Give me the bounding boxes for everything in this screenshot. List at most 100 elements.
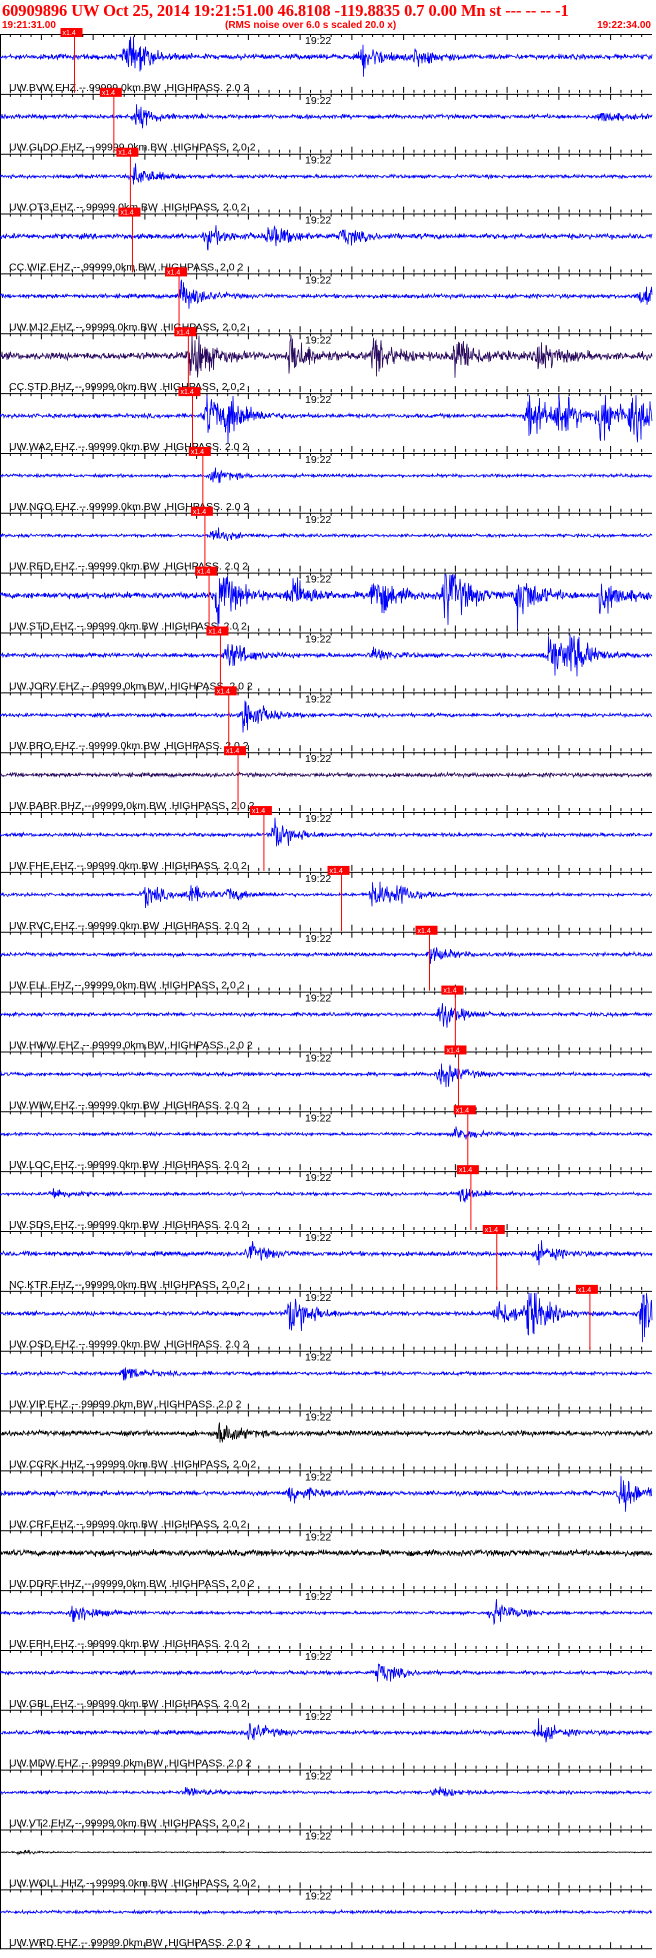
time-marker-label: 19:22	[305, 1232, 331, 1244]
time-marker-label: 19:22	[305, 574, 331, 586]
trace-9: 19:22UW.RED.EHZ.--.99999.0km.BW .HIGHPAS…	[0, 506, 653, 573]
pick-label: x1.4	[217, 688, 230, 695]
trace-29: 19:22 UW.MDW.EHZ.--.99999.0km.BW .HIGHPAS…	[0, 1709, 653, 1770]
waveform	[0, 1003, 653, 1028]
station-label: UW.WRD.EHZ.--.99999.0km.BW .HIGHPASS. 2.…	[9, 1937, 251, 1949]
pick-label: x1.4	[102, 90, 115, 97]
time-marker-label: 19:22	[305, 334, 331, 346]
trace-17: 19:22 UW.HWW.EHZ.--.99999.0km.BW .HIGHPAS…	[0, 985, 653, 1051]
station-label: UW.RVC.EHZ.--.99999.0km.BW .HIGHPASS. 2.…	[9, 920, 248, 932]
trace-3: 19:22UW.OT3.EHZ.--.99999.0km.BW .HIGHPAS…	[0, 147, 653, 214]
time-marker-label: 19:22	[305, 1591, 331, 1603]
station-label: UW.EPH.EHZ.--.99999.0km.BW .HIGHPASS. 2.…	[9, 1638, 248, 1650]
pick-label: x1.4	[118, 150, 131, 157]
station-label: CC.STD.BHZ.--.99999.0km.BW .HIGHPASS. 2.…	[9, 381, 245, 393]
waveform	[0, 1663, 653, 1682]
trace-23: 19:22 UW.VIP.EHZ.--.99999.0km.BW .HIGHPAS…	[0, 1350, 653, 1411]
station-label: UW.CRF.EHZ.--.99999.0km.BW .HIGHPASS. 2.…	[9, 1518, 246, 1530]
waveform	[0, 1126, 653, 1140]
waveform	[0, 1367, 653, 1381]
pick-label: x1.4	[176, 329, 189, 336]
time-marker-label: 19:22	[305, 1771, 331, 1783]
time-marker-label: 19:22	[305, 95, 331, 107]
trace-18: 19:22 UW.WIW.EHZ.--.99999.0km.BW .HIGHPAS…	[0, 1045, 653, 1111]
pick-label: x1.4	[252, 808, 265, 815]
time-marker-label: 19:22	[305, 394, 331, 406]
trace-10: 19:22UW.STD.EHZ.--.99999.0km.BW .HIGHPAS…	[0, 566, 653, 633]
pick-label: x1.4	[120, 210, 133, 217]
pick-label: x1.4	[167, 269, 180, 276]
trace-22: 19:22 UW.OSD.EHZ.--.99999.0km.BW .HIGHPAS…	[0, 1284, 653, 1351]
time-marker-label: 19:22	[305, 1172, 331, 1184]
waveform	[0, 104, 653, 129]
waveform	[0, 771, 653, 779]
station-label: UW.VIP.EHZ.--.99999.0km.BW .HIGHPASS. 2.…	[9, 1399, 242, 1411]
time-marker-label: 19:22	[305, 1831, 331, 1843]
time-marker-label: 19:22	[305, 1651, 331, 1663]
station-label: UW.MJ2.EHZ.--.99999.0km.BW .HIGHPASS. 2.…	[9, 321, 246, 333]
trace-11: 19:22UW.JORV.EHZ.--.99999.0km.BW .HIGHPA…	[0, 626, 653, 692]
trace-32: 19:22 UW.WRD.EHZ.--.99999.0km.BW .HIGHPAS…	[0, 1889, 653, 1949]
time-marker-label: 19:22	[305, 35, 331, 47]
station-label: UW.OSD.EHZ.--.99999.0km.BW .HIGHPASS. 2.…	[9, 1339, 249, 1351]
trace-15: 19:22 UW.RVC.EHZ.--.99999.0km.BW .HIGHPAS…	[0, 865, 653, 932]
time-marker-label: 19:22	[305, 813, 331, 825]
pick-label: x1.4	[578, 1287, 591, 1294]
trace-27: 19:22 UW.EPH.EHZ.--.99999.0km.BW .HIGHPAS…	[0, 1590, 653, 1650]
trace-12: 19:22 UW.BRO.EHZ.--.99999.0km.BW .HIGHPAS…	[0, 686, 653, 752]
time-marker-label: 19:22	[305, 993, 331, 1005]
pick-label: x1.4	[417, 928, 430, 935]
pick-label: x1.4	[191, 449, 204, 456]
trace-2: 19:22UW.GLDO.EHZ.--.99999.0km.BW .HIGHPA…	[0, 87, 653, 154]
time-marker-label: 19:22	[305, 933, 331, 945]
trace-28: 19:22 UW.GBL.EHZ.--.99999.0km.BW .HIGHPAS…	[0, 1649, 653, 1710]
time-marker-label: 19:22	[305, 873, 331, 885]
pick-label: x1.4	[197, 569, 210, 576]
station-label: UW.FHE.EHZ.--.99999.0km.BW .HIGHPASS. 2.…	[9, 860, 247, 872]
waveform	[0, 224, 653, 251]
trace-16: 19:22 UW.ELL.EHZ.--.99999.0km.BW .HIGHPAS…	[0, 925, 653, 992]
station-label: UW.ELL.EHZ.--.99999.0km.BW .HIGHPASS. 2.…	[9, 980, 245, 992]
trace-14: 19:22 UW.FHE.EHZ.--.99999.0km.BW .HIGHPAS…	[0, 806, 653, 872]
station-label: UW.NCO.EHZ.--.99999.0km.BW .HIGHPASS. 2.…	[9, 501, 249, 513]
station-label: UW.HWW.EHZ.--.99999.0km.BW .HIGHPASS. 2.…	[9, 1039, 253, 1051]
station-label: UW.WIW.EHZ.--.99999.0km.BW .HIGHPASS. 2.…	[9, 1099, 248, 1111]
time-marker-label: 19:22	[305, 274, 331, 286]
time-marker-label: 19:22	[305, 1292, 331, 1304]
trace-24: 19:22 UW.CCRK.HHZ.--.99999.0km.BW .HIGHPA…	[0, 1410, 653, 1470]
time-marker-label: 19:22	[305, 1352, 331, 1364]
time-marker-label: 19:22	[305, 1711, 331, 1723]
pick-label: x1.4	[330, 868, 343, 875]
trace-13: 19:22 UW.BABR.BHZ.--.99999.0km.BW .HIGHPA…	[0, 746, 653, 812]
station-label: UW.GBL.EHZ.--.99999.0km.BW .HIGHPASS. 2.…	[9, 1698, 247, 1710]
trace-19: 19:22 UW.LOC.EHZ.--.99999.0km.BW .HIGHPAS…	[0, 1105, 653, 1171]
trace-1: 19:22 UW.BVW.EHZ.--.99999.0km.BW .HIGHPAS…	[0, 28, 653, 94]
waveform	[0, 527, 653, 542]
station-label: UW.WA2.EHZ.--.99999.0km.BW .HIGHPASS. 2.…	[9, 441, 248, 453]
waveform	[0, 1063, 653, 1088]
station-label: UW.MDW.EHZ.--.99999.0km.BW .HIGHPASS. 2.…	[9, 1758, 252, 1770]
trace-6: 19:22 CC.STD.BHZ.--.99999.0km.BW .HIGHPAS…	[0, 327, 653, 393]
station-label: UW.LOC.EHZ.--.99999.0km.BW .HIGHPASS. 2.…	[9, 1159, 248, 1171]
station-label: UW.CCRK.HHZ.--.99999.0km.BW .HIGHPASS. 2…	[9, 1458, 256, 1470]
station-label: UW.VT2.EHZ.--.99999.0km.BW .HIGHPASS. 2.…	[9, 1818, 245, 1830]
trace-4: 19:22 CC.WIZ.EHZ.--.99999.0km.BW .HIGHPAS…	[0, 207, 653, 273]
time-marker-label: 19:22	[305, 1052, 331, 1064]
pick-label: x1.4	[193, 509, 206, 516]
time-marker-label: 19:22	[305, 753, 331, 765]
trace-21: 19:22 NC.KTR.EHZ.--.99999.0km.BW .HIGHPAS…	[0, 1225, 653, 1291]
pick-label: x1.4	[63, 30, 76, 37]
time-marker-label: 19:22	[305, 215, 331, 227]
trace-25: 19:22 UW.CRF.EHZ.--.99999.0km.BW .HIGHPAS…	[0, 1470, 653, 1530]
waveform	[0, 1786, 652, 1797]
time-marker-label: 19:22	[305, 1112, 331, 1124]
waveform	[0, 947, 653, 964]
pick-label: x1.4	[456, 1107, 469, 1114]
seismogram-plot: 19:22 UW.BVW.EHZ.--.99999.0km.BW .HIGHPAS…	[0, 28, 653, 1950]
trace-5: 19:22 UW.MJ2.EHZ.--.99999.0km.BW .HIGHPAS…	[0, 267, 653, 333]
pick-label: x1.4	[485, 1227, 498, 1234]
trace-7: 19:22 UW.WA2.EHZ.--.99999.0km.BW .HIGHPAS…	[0, 387, 653, 453]
trace-8: 19:22 UW.NCO.EHZ.--.99999.0km.BW .HIGHPAS…	[0, 446, 653, 513]
trace-26: 19:22 UW.DDRF.HHZ.--.99999.0km.BW .HIGHPA…	[0, 1530, 653, 1590]
waveform	[0, 1188, 653, 1203]
